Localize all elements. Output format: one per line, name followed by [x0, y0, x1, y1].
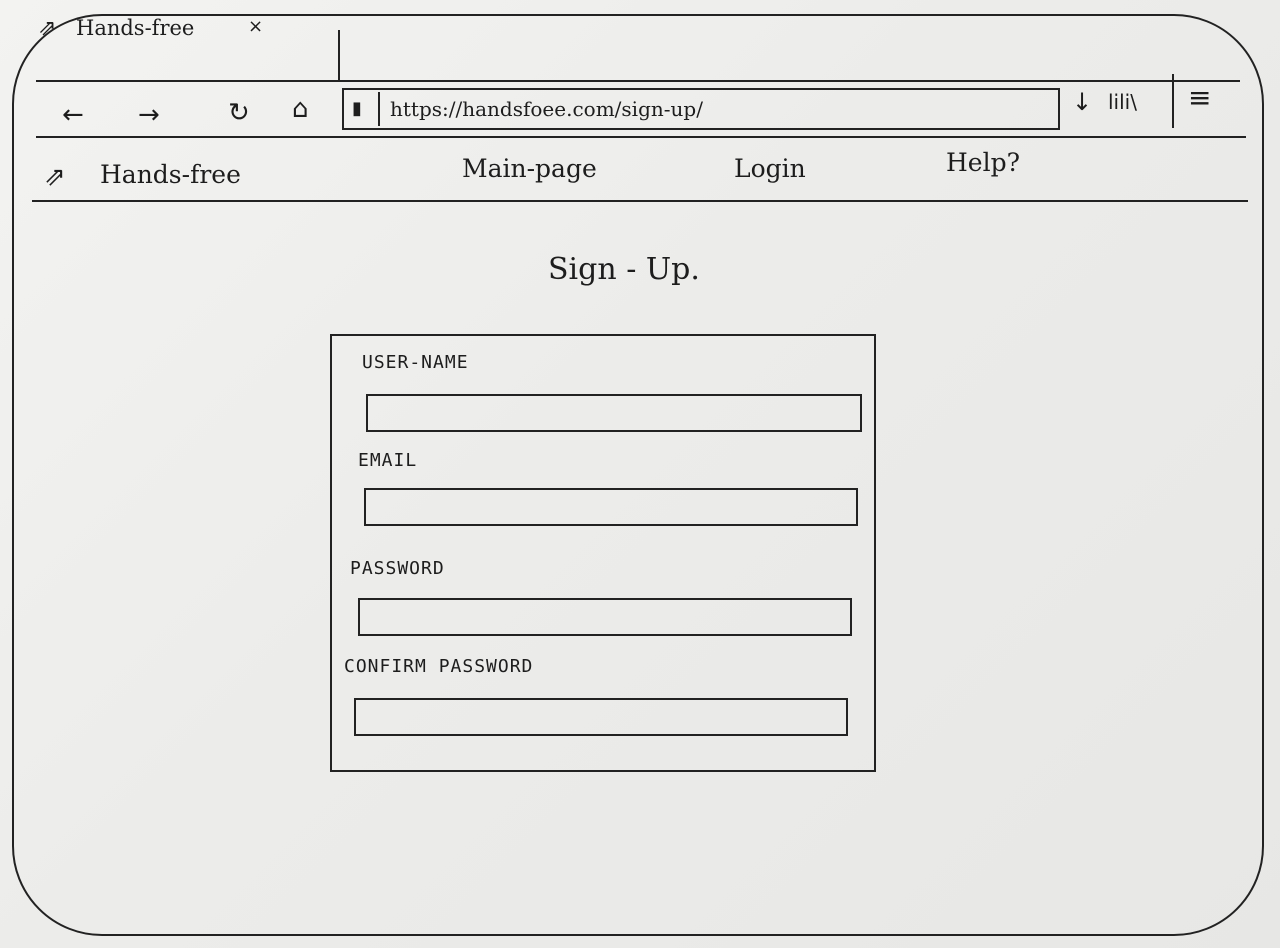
tab-title: Hands-free	[76, 16, 195, 40]
site-nav-divider	[32, 200, 1248, 202]
reload-button[interactable]: ↻	[228, 100, 250, 126]
email-input[interactable]	[364, 488, 858, 526]
username-label: USER-NAME	[362, 352, 469, 373]
nav-main-page[interactable]: Main-page	[462, 154, 597, 183]
password-label: PASSWORD	[350, 558, 445, 579]
nav-help[interactable]: Help?	[946, 148, 1020, 177]
site-logo[interactable]: Hands-free	[100, 160, 241, 189]
sign-up-form: USER-NAME EMAIL PASSWORD CONFIRM PASSWOR…	[330, 334, 876, 772]
forward-button[interactable]: →	[138, 102, 160, 128]
address-bar[interactable]: ▮ https://handsfoee.com/sign-up/	[342, 88, 1060, 130]
password-input[interactable]	[358, 598, 852, 636]
menu-button[interactable]: ≡	[1172, 74, 1228, 128]
home-button[interactable]: ⌂	[292, 96, 309, 122]
toolbar-divider	[36, 136, 1246, 138]
back-button[interactable]: ←	[62, 102, 84, 128]
page-title: Sign - Up.	[548, 252, 700, 287]
library-button[interactable]: lili\	[1108, 90, 1137, 114]
username-input[interactable]	[366, 394, 862, 432]
confirm-password-input[interactable]	[354, 698, 848, 736]
address-divider	[378, 92, 380, 126]
hamburger-icon: ≡	[1188, 81, 1212, 114]
download-button[interactable]: ↓	[1072, 88, 1092, 116]
tab-strip-divider	[36, 80, 1240, 82]
arrow-up-right-icon: ⇗	[38, 16, 57, 41]
confirm-password-label: CONFIRM PASSWORD	[344, 656, 534, 677]
nav-login[interactable]: Login	[734, 154, 806, 183]
close-tab-button[interactable]: ×	[248, 16, 263, 37]
address-text: https://handsfoee.com/sign-up/	[390, 97, 703, 121]
shield-icon: ▮	[352, 98, 362, 119]
arrow-up-right-icon: ⇗	[44, 162, 66, 192]
email-label: EMAIL	[358, 450, 418, 471]
